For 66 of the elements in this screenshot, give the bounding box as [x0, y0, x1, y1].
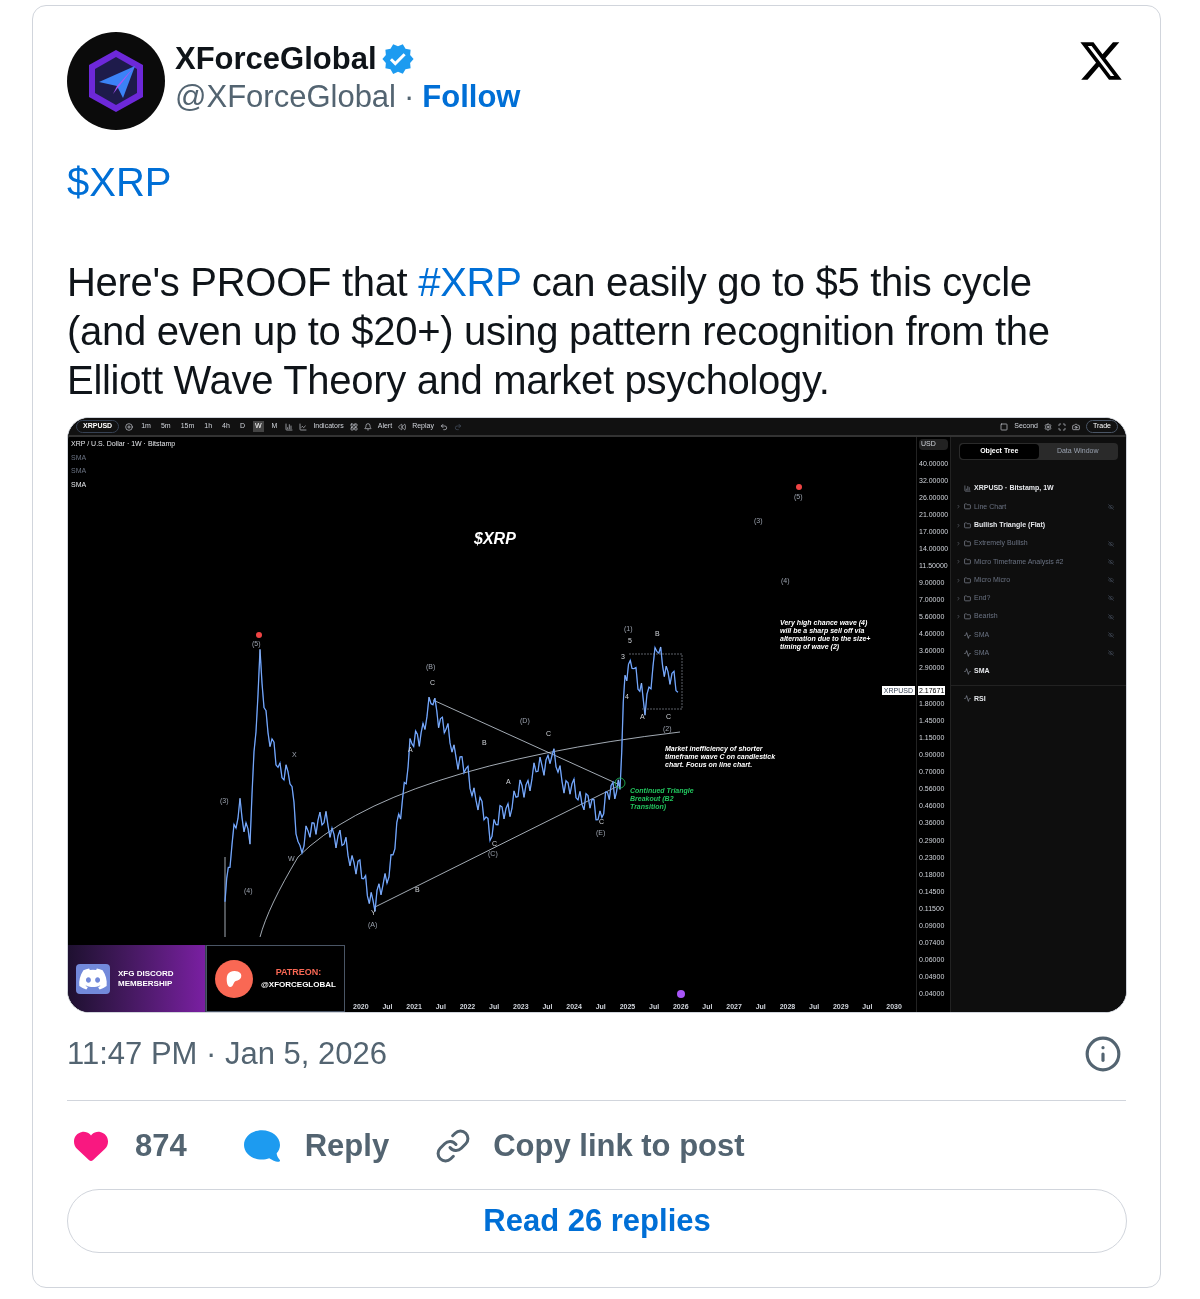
checkbox-icon[interactable] — [1000, 422, 1009, 431]
patreon-title: PATREON: — [275, 965, 322, 979]
separator-dot: · — [404, 78, 415, 116]
line-icon — [964, 631, 971, 639]
camera-icon[interactable] — [1071, 422, 1080, 431]
marker-dot — [256, 632, 262, 638]
patreon-icon — [215, 959, 253, 998]
follow-link[interactable]: Follow — [422, 78, 521, 116]
marker-icon[interactable] — [677, 990, 685, 998]
undo-icon[interactable] — [439, 422, 448, 431]
add-icon[interactable] — [125, 422, 134, 431]
folder-icon — [964, 576, 971, 584]
discord-text: XFG DISCORD MEMBERSHIP — [118, 968, 175, 989]
hashtag-link[interactable]: #XRP — [418, 260, 521, 304]
bars-icon — [964, 485, 971, 493]
folder-icon — [964, 521, 971, 529]
folder-icon — [964, 540, 971, 548]
marker-dot — [796, 484, 802, 490]
cashtag-link[interactable]: $XRP — [67, 158, 172, 206]
hidden-eye-icon[interactable] — [1108, 613, 1114, 620]
indicators-icon[interactable] — [299, 422, 308, 431]
chevron-icon[interactable] — [956, 504, 961, 510]
folder-icon — [964, 613, 971, 621]
speech-bubble-icon[interactable] — [242, 1127, 281, 1164]
hidden-eye-icon[interactable] — [1108, 503, 1114, 510]
fullscreen-icon[interactable] — [1057, 422, 1066, 431]
chevron-icon[interactable] — [956, 541, 961, 547]
range-outline — [628, 653, 683, 710]
bar-chart-icon[interactable] — [285, 422, 294, 431]
folder-icon — [964, 558, 971, 566]
discord-banner[interactable]: XFG DISCORD MEMBERSHIP — [68, 945, 206, 1012]
chevron-icon[interactable] — [956, 614, 961, 620]
copy-link-button[interactable]: Copy link to post — [493, 1122, 745, 1169]
patreon-handle: @XFORCEGLOBAL — [261, 979, 336, 992]
grid-icon[interactable] — [349, 422, 358, 431]
hidden-eye-icon[interactable] — [1108, 558, 1114, 565]
breakout-circle — [614, 777, 626, 789]
patreon-banner[interactable]: PATREON: @XFORCEGLOBAL — [206, 945, 345, 1012]
chart-title: $XRP — [474, 529, 516, 549]
chevron-icon[interactable] — [956, 522, 961, 528]
hidden-eye-icon[interactable] — [1108, 595, 1114, 602]
chevron-icon[interactable] — [956, 559, 961, 565]
settings-icon[interactable] — [1043, 422, 1052, 431]
post-timestamp[interactable]: 11:47 PM · Jan 5, 2026 — [67, 1031, 387, 1078]
line-icon — [964, 649, 971, 657]
redo-icon[interactable] — [453, 422, 462, 431]
chevron-icon[interactable] — [956, 595, 961, 601]
info-icon[interactable] — [1084, 1035, 1122, 1074]
chevron-icon[interactable] — [956, 577, 961, 583]
link-icon[interactable] — [435, 1127, 472, 1164]
reply-button[interactable]: Reply — [304, 1122, 390, 1169]
author-handle[interactable]: @XForceGlobal — [175, 78, 396, 116]
alarm-icon[interactable] — [363, 422, 372, 431]
line-icon — [964, 695, 971, 703]
hidden-eye-icon[interactable] — [1108, 540, 1114, 547]
like-count[interactable]: 874 — [135, 1122, 187, 1169]
rewind-icon[interactable] — [398, 422, 407, 431]
line-icon — [964, 668, 971, 676]
author-name[interactable]: XForceGlobal — [175, 40, 377, 78]
folder-icon — [964, 503, 971, 511]
hidden-eye-icon[interactable] — [1108, 650, 1114, 657]
discord-icon — [76, 963, 110, 994]
post-text: Here's PROOF that #XRP can easily go to $5 this cycle (and even up to $20+) using pattern recognition from the Elliott Wave Theory and market psychology. — [67, 259, 1051, 404]
folder-icon — [964, 594, 971, 602]
hidden-eye-icon[interactable] — [1108, 632, 1114, 638]
hidden-eye-icon[interactable] — [1108, 577, 1114, 584]
